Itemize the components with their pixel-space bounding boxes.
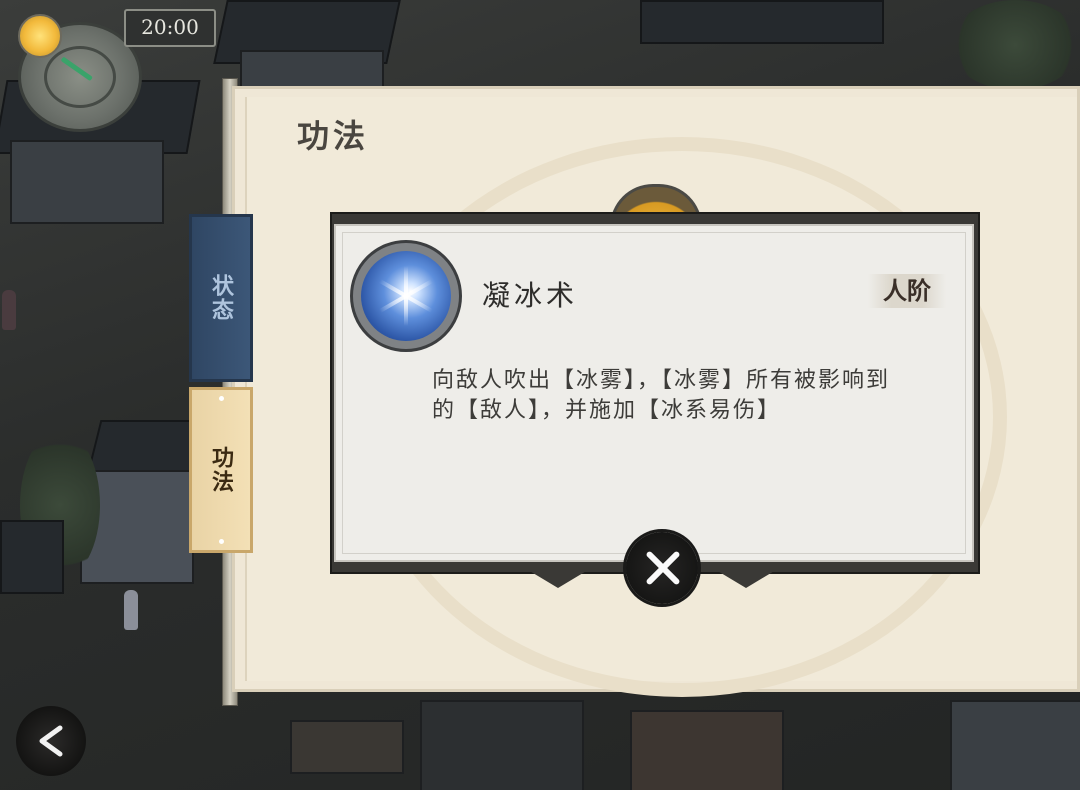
skill-popup: 凝冰术 人阶 向敌人吹出【冰雾】，【冰雾】所有被影响到的【敌人】，并施加【冰系易… (334, 224, 974, 562)
house (950, 700, 1080, 790)
building (420, 700, 584, 790)
tree (950, 0, 1080, 90)
frame-notch (528, 570, 588, 588)
house-roof (0, 520, 64, 594)
house-roof (640, 0, 884, 44)
frame-notch (716, 570, 776, 588)
skill-icon-core (361, 251, 451, 341)
back-button[interactable] (16, 706, 86, 776)
skill-description: 向敌人吹出【冰雾】，【冰雾】所有被影响到的【敌人】，并施加【冰系易伤】 (432, 368, 891, 423)
clock-ring (44, 46, 116, 108)
time-display: 20:00 (124, 9, 216, 47)
close-button[interactable] (626, 532, 698, 604)
house (10, 140, 164, 224)
ice-star-icon (350, 240, 462, 352)
sun-icon (18, 14, 62, 58)
back-arrow-icon (39, 725, 63, 757)
tab-status[interactable]: 状态 (189, 214, 253, 382)
skill-rank-badge: 人阶 (868, 274, 946, 308)
skill-name: 凝冰术 (482, 279, 579, 312)
panel-title: 功法 (297, 117, 370, 155)
cart (290, 720, 404, 774)
villager (124, 590, 138, 630)
villager (2, 290, 16, 330)
log-pile (630, 710, 784, 790)
sundial-clock (14, 12, 142, 132)
tab-skills[interactable]: 功法 (189, 387, 253, 553)
